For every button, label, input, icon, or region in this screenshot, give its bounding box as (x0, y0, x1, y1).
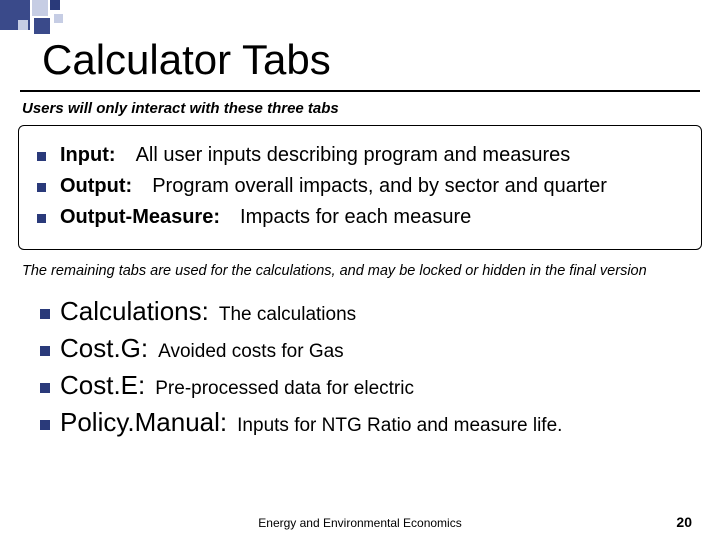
tab-name: Cost.G: (60, 333, 148, 364)
list-item: Calculations: The calculations (40, 296, 698, 327)
tab-desc: Avoided costs for Gas (158, 341, 344, 363)
square-bullet-icon (40, 420, 50, 430)
square-bullet-icon (40, 346, 50, 356)
intro-hidden: The remaining tabs are used for the calc… (0, 260, 720, 290)
list-item: Output: Program overall impacts, and by … (33, 175, 687, 198)
title-rule (20, 90, 700, 92)
interactive-tabs-box: Input: All user inputs describing progra… (18, 125, 702, 250)
square-bullet-icon (40, 383, 50, 393)
tab-name: Input: (60, 144, 116, 166)
list-item: Cost.E: Pre-processed data for electric (40, 370, 698, 401)
tab-desc: The calculations (219, 304, 356, 326)
intro-interactive: Users will only interact with these thre… (0, 100, 720, 121)
tab-name: Output-Measure: (60, 206, 220, 228)
tab-name: Policy.Manual: (60, 407, 227, 438)
tab-desc: Program overall impacts, and by sector a… (152, 175, 607, 197)
square-bullet-icon (37, 183, 46, 192)
corner-decoration (0, 0, 160, 40)
page-number: 20 (676, 514, 692, 530)
list-item: Output-Measure: Impacts for each measure (33, 206, 687, 229)
tab-desc: Inputs for NTG Ratio and measure life. (237, 415, 562, 437)
square-bullet-icon (37, 152, 46, 161)
tab-desc: All user inputs describing program and m… (136, 144, 571, 166)
tab-name: Cost.E: (60, 370, 145, 401)
tab-desc: Impacts for each measure (240, 206, 471, 228)
list-item: Policy.Manual: Inputs for NTG Ratio and … (40, 407, 698, 438)
square-bullet-icon (37, 214, 46, 223)
tab-name: Calculations: (60, 296, 209, 327)
footer-text: Energy and Environmental Economics (0, 516, 720, 530)
tab-desc: Pre-processed data for electric (155, 378, 414, 400)
tab-name: Output: (60, 175, 132, 197)
tab-desc (120, 144, 131, 166)
list-item: Input: All user inputs describing progra… (33, 144, 687, 167)
list-item: Cost.G: Avoided costs for Gas (40, 333, 698, 364)
square-bullet-icon (40, 309, 50, 319)
hidden-tabs-list: Calculations: The calculations Cost.G: A… (0, 296, 720, 438)
